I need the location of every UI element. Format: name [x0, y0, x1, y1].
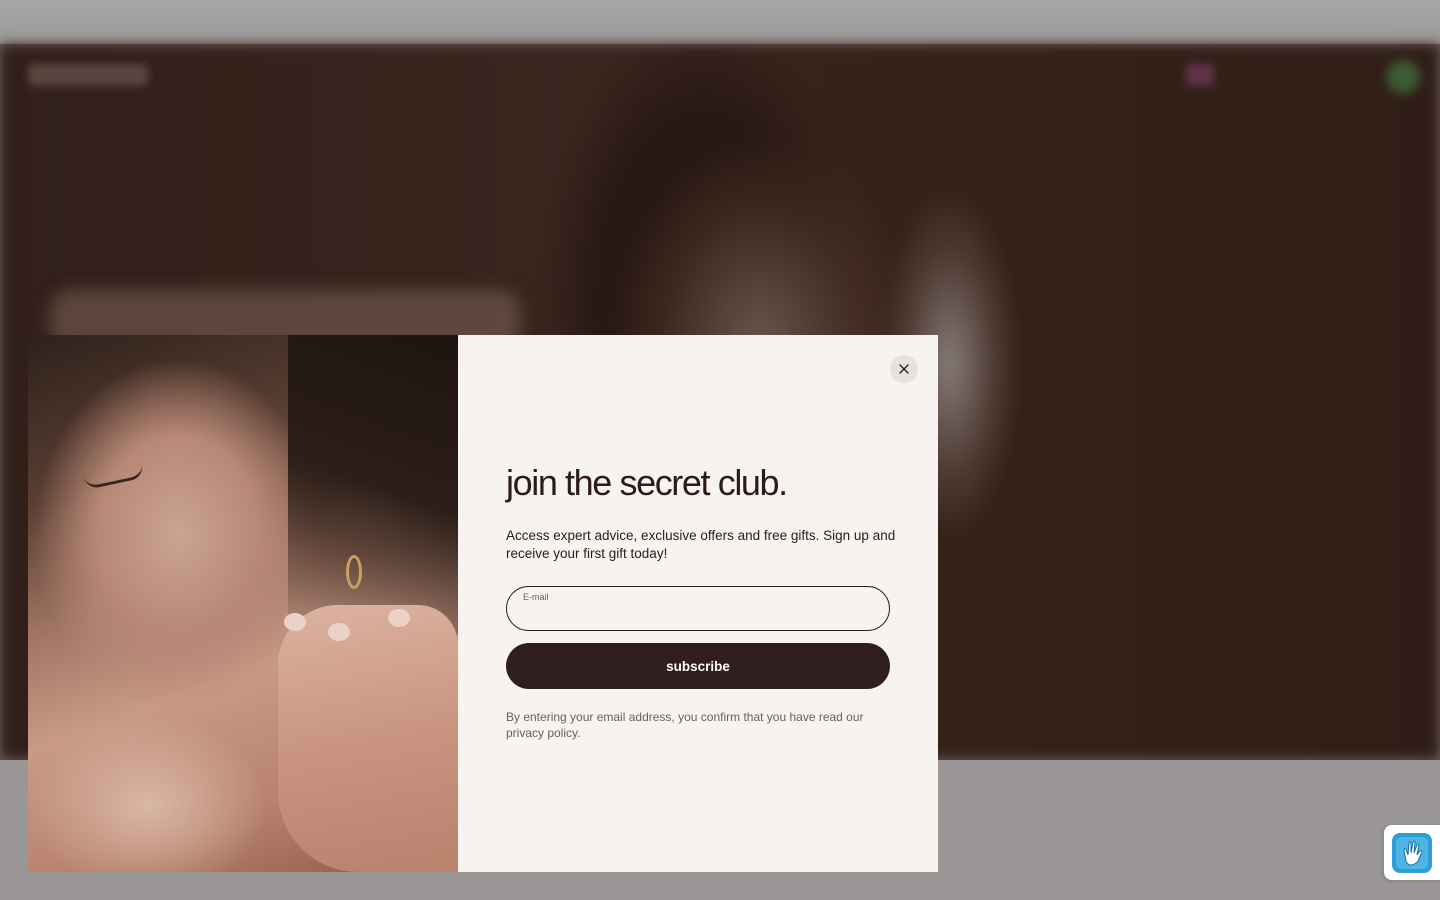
email-field[interactable]: E-mail [506, 586, 890, 631]
close-icon [899, 364, 909, 374]
popup-description: Access expert advice, exclusive offers a… [506, 528, 896, 561]
newsletter-popup: join the secret club. Access expert advi… [28, 335, 938, 872]
email-field-label: E-mail [523, 592, 549, 602]
photo-hand [278, 605, 458, 872]
background-logo [28, 64, 148, 86]
photo-hair [288, 335, 458, 635]
email-input[interactable] [523, 605, 873, 627]
background-cart-icon [1386, 60, 1420, 94]
subscribe-button[interactable]: subscribe [506, 643, 890, 689]
accessibility-widget-button[interactable] [1384, 825, 1440, 880]
photo-nail [328, 623, 350, 641]
photo-eye [83, 463, 145, 491]
photo-nail [388, 609, 410, 627]
popup-form-panel: join the secret club. Access expert advi… [458, 335, 938, 872]
close-button[interactable] [890, 355, 918, 383]
popup-photo [28, 335, 458, 872]
background-country-flag [1186, 64, 1214, 86]
background-announcement-bar [0, 0, 1440, 44]
accessibility-hand-icon [1392, 832, 1432, 873]
privacy-disclaimer: By entering your email address, you conf… [506, 710, 864, 740]
photo-earring [346, 555, 362, 589]
popup-headline: join the secret club. [506, 462, 788, 503]
photo-nail [284, 613, 306, 631]
